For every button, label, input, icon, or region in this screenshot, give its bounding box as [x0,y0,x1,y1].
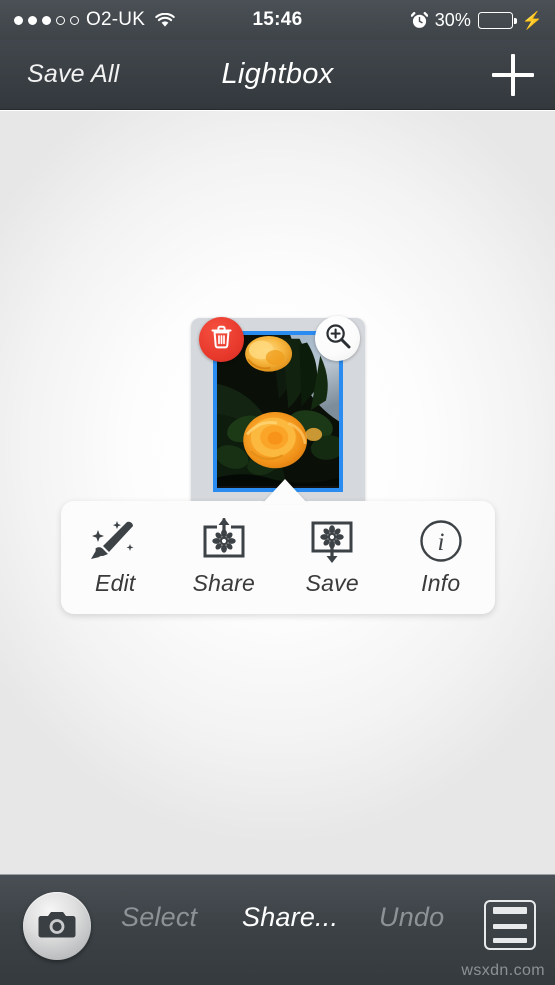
camera-button[interactable] [23,892,91,960]
menu-bar-2 [493,923,527,929]
battery-icon [477,11,517,29]
action-edit[interactable]: Edit [61,501,170,614]
save-download-icon [308,518,356,564]
action-save[interactable]: Save [278,501,387,614]
page-title: Lightbox [221,58,334,90]
status-bar: O2-UK 15:46 30% ⚡ [0,0,555,40]
action-share[interactable]: Share [170,501,279,614]
menu-bar-3 [493,938,527,943]
undo-button[interactable]: Undo [379,902,444,933]
navigation-bar: Save All Lightbox [0,40,555,110]
action-info[interactable]: i Info [387,501,496,614]
trash-icon [210,325,233,354]
status-bar-clock: 15:46 [252,9,303,30]
delete-photo-button[interactable] [199,317,244,362]
watermark: wsxdn.com [461,962,545,979]
magnifier-plus-icon [325,323,351,354]
zoom-photo-button[interactable] [315,316,360,361]
share-upload-icon [200,518,248,564]
action-share-label: Share [192,570,255,596]
popover-pointer [262,479,308,504]
alarm-clock-icon [410,11,429,29]
plus-icon[interactable] [492,53,534,96]
hamburger-menu-icon[interactable] [484,900,536,950]
main-canvas: Edit Share Save i Info [0,111,555,874]
action-popover: Edit Share Save i Info [61,501,495,614]
bottom-toolbar: Select Share... Undo wsxdn.com [0,874,555,985]
share-button[interactable]: Share... [242,902,338,933]
action-edit-label: Edit [95,570,136,596]
svg-text:i: i [437,529,444,556]
rose-photo-image [217,335,339,487]
menu-bar-1 [493,907,527,914]
lightning-bolt-icon: ⚡ [521,10,543,30]
paintbrush-sparkle-icon [89,518,141,564]
battery-percentage: 30% [434,9,471,30]
info-circle-icon: i [419,518,463,564]
camera-icon [38,909,76,944]
status-bar-right: 30% ⚡ [410,0,543,40]
action-info-label: Info [421,570,461,596]
select-button[interactable]: Select [121,902,197,933]
phone-screen: O2-UK 15:46 30% ⚡ Save All Lightbox Edit… [0,0,555,985]
action-save-label: Save [305,570,359,596]
